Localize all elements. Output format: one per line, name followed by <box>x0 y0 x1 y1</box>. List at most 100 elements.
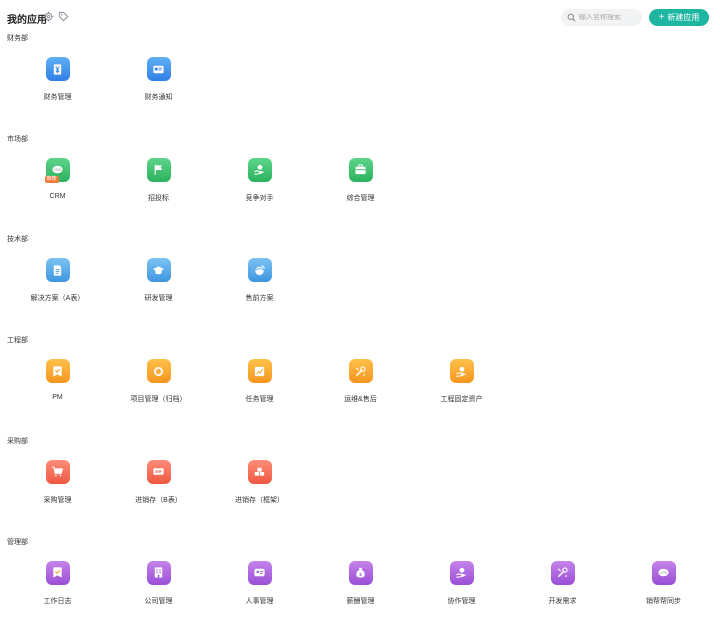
app-label: 运维&售后 <box>344 396 377 404</box>
app-label: 招投标 <box>148 194 169 202</box>
tag-icon[interactable] <box>58 11 69 22</box>
new-app-label: 新建应用 <box>667 13 700 22</box>
app-tile[interactable]: PM <box>7 359 108 404</box>
section-title: 财务部 <box>7 35 28 42</box>
app-grid: 财务管理 财务通知 <box>7 57 209 102</box>
wrench-icon <box>348 359 373 384</box>
cart-icon <box>45 459 70 484</box>
app-tile[interactable]: 研发管理 <box>108 258 209 303</box>
app-tile[interactable]: 任务管理 <box>209 359 310 404</box>
app-tile[interactable]: 进销存（框架） <box>209 459 310 505</box>
plus-icon: + <box>658 11 665 23</box>
app-tile[interactable]: 竞争对手 <box>209 157 310 203</box>
app-tile[interactable]: 公司管理 <box>108 560 209 606</box>
notice-card-icon <box>146 57 171 81</box>
page-title: 我的应用 <box>7 15 47 26</box>
app-label: 综合管理 <box>346 194 375 202</box>
section-5: 管理部工作日志 公司管理 人事管理 $ 薪酬管理 协作管理 开发需求 CRM 销帮帮同步 <box>0 537 720 619</box>
gear-icon[interactable] <box>43 11 54 22</box>
app-label: 财务通知 <box>144 94 173 101</box>
section-4: 采购部采购管理 ERP 进销存（B表） 进销存（框架） <box>0 436 720 526</box>
app-label: CRM <box>49 192 66 200</box>
search-icon <box>567 9 576 27</box>
app-label: 公司管理 <box>144 597 173 605</box>
section-0: 财务部财务管理 财务通知 <box>0 33 720 123</box>
app-label: 开发需求 <box>548 597 577 605</box>
app-tile[interactable]: 综合管理 <box>310 157 411 203</box>
app-tile[interactable]: 项目管理（归档） <box>108 359 209 404</box>
app-grid: PM 项目管理（归档） 任务管理 运维&售后 工程固定资产 <box>7 359 512 404</box>
flag-icon <box>146 157 171 182</box>
app-label: 人事管理 <box>245 597 274 605</box>
recommend-badge: 推荐 <box>44 175 59 183</box>
app-label: 采购管理 <box>43 496 72 504</box>
briefcase-icon <box>348 157 373 182</box>
section-title: 工程部 <box>7 337 28 345</box>
app-grid: 采购管理 ERP 进销存（B表） 进销存（框架） <box>7 459 310 505</box>
app-tile[interactable]: 招投标 <box>108 157 209 203</box>
globe-icon <box>247 258 272 283</box>
id-card-icon <box>247 560 272 585</box>
hand-icon <box>449 560 474 585</box>
app-tile[interactable]: $ 薪酬管理 <box>310 560 411 606</box>
svg-text:ERP: ERP <box>155 470 163 474</box>
app-label: 进销存（B表） <box>135 496 182 504</box>
app-label: 竞争对手 <box>245 194 274 202</box>
app-tile[interactable]: 采购管理 <box>7 459 108 505</box>
app-tile[interactable]: 售前方案 <box>209 258 310 303</box>
app-label: 销帮帮同步 <box>646 597 681 605</box>
document-icon <box>45 258 70 283</box>
crm-icon: CRM 推荐 <box>44 157 70 183</box>
crm-icon: CRM <box>651 560 676 585</box>
section-3: 工程部 PM 项目管理（归档） 任务管理 运维&售后 工程固定资产 <box>0 335 720 425</box>
app-tile[interactable]: 工作日志 <box>7 560 108 606</box>
app-tile[interactable]: 协作管理 <box>411 560 512 606</box>
app-label: 售前方案 <box>245 295 274 303</box>
building-icon <box>146 560 171 585</box>
section-title: 管理部 <box>7 538 28 546</box>
money-bag-icon: $ <box>348 560 373 585</box>
app-tile[interactable]: CRM 推荐 CRM <box>7 157 108 203</box>
graduation-cap-icon <box>146 258 171 283</box>
app-label: 解决方案（A表） <box>30 295 85 303</box>
app-label: 任务管理 <box>245 396 274 404</box>
app-label: 研发管理 <box>144 295 173 303</box>
app-label: 财务管理 <box>43 94 72 101</box>
chart-icon <box>247 359 272 384</box>
search-input[interactable] <box>579 14 641 21</box>
circle-icon <box>146 359 171 384</box>
app-tile[interactable]: 人事管理 <box>209 560 310 606</box>
section-title: 采购部 <box>7 437 28 445</box>
app-tile[interactable]: 运维&售后 <box>310 359 411 404</box>
svg-text:CRM: CRM <box>54 168 62 172</box>
app-tile[interactable]: 开发需求 <box>512 560 613 606</box>
top-bar: 我的应用 + 新建应用 <box>0 0 720 34</box>
app-label: 协作管理 <box>447 597 476 605</box>
section-title: 市场部 <box>7 135 28 143</box>
section-1: 市场部 CRM 推荐 CRM 招投标 竞争对手 综合管理 <box>0 134 720 224</box>
app-tile[interactable]: 解决方案（A表） <box>7 258 108 303</box>
section-title: 技术部 <box>7 236 28 244</box>
app-tile[interactable]: 工程固定资产 <box>411 359 512 404</box>
checklist-icon <box>45 560 70 585</box>
new-app-button[interactable]: + 新建应用 <box>649 9 709 26</box>
app-label: 薪酬管理 <box>346 597 375 605</box>
svg-text:CRM: CRM <box>660 571 668 575</box>
checklist-icon <box>45 359 70 384</box>
app-grid: 解决方案（A表） 研发管理 售前方案 <box>7 258 310 303</box>
app-tile[interactable]: CRM 销帮帮同步 <box>613 560 714 606</box>
search-box[interactable] <box>561 9 642 26</box>
hand-icon <box>247 157 272 182</box>
app-tile[interactable]: 财务通知 <box>108 57 209 102</box>
hand-icon <box>449 359 474 384</box>
app-label: PM <box>52 394 63 402</box>
app-grid: CRM 推荐 CRM 招投标 竞争对手 综合管理 <box>7 157 411 203</box>
app-label: 进销存（框架） <box>235 496 284 504</box>
boxes-icon <box>247 459 272 484</box>
yen-icon <box>45 57 70 81</box>
app-label: 工作日志 <box>43 597 72 605</box>
app-tile[interactable]: 财务管理 <box>7 57 108 102</box>
app-tile[interactable]: ERP 进销存（B表） <box>108 459 209 505</box>
app-label: 项目管理（归档） <box>130 396 187 404</box>
erp-icon: ERP <box>146 459 171 484</box>
